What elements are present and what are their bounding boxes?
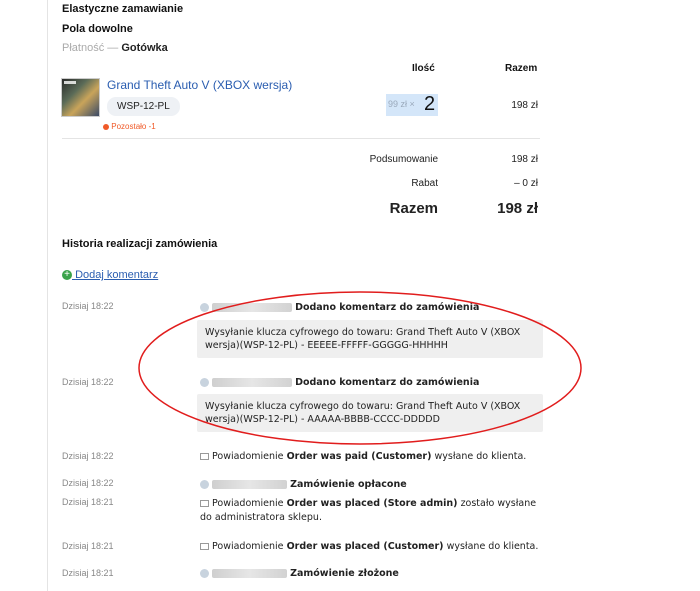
- event-row: Zamówienie złożone: [200, 568, 399, 579]
- discount-value: – 0 zł: [514, 178, 538, 189]
- event-bold: Order was placed (Store admin): [286, 498, 458, 509]
- qty-header: Ilość: [412, 63, 435, 74]
- event-pre: Powiadomienie: [212, 498, 284, 509]
- event-time: Dzisiaj 18:22: [62, 478, 114, 488]
- flexible-order-heading: Elastyczne zamawianie: [62, 3, 184, 15]
- event-pre: Powiadomienie: [212, 541, 284, 552]
- event-row: Zamówienie opłacone: [200, 479, 407, 490]
- history-title: Historia realizacji zamówienia: [62, 238, 218, 250]
- discount-label: Rabat: [411, 178, 438, 189]
- event-time: Dzisiaj 18:21: [62, 568, 114, 578]
- add-comment-link[interactable]: + Dodaj komentarz: [62, 269, 158, 281]
- payment-separator: —: [107, 42, 119, 54]
- total-value: 198 zł: [497, 200, 538, 217]
- event-row: Powiadomienie Order was paid (Customer) …: [200, 451, 526, 462]
- qty-cell[interactable]: 99 zł × 2: [386, 93, 438, 116]
- subtotal-value: 198 zł: [511, 154, 538, 165]
- event-text: Dodano komentarz do zamówienia: [295, 377, 480, 388]
- event-post: wysłane do klienta.: [434, 451, 527, 462]
- event-time: Dzisiaj 18:22: [62, 451, 114, 461]
- plus-icon: +: [62, 270, 72, 281]
- event-bold: Order was placed (Customer): [286, 541, 444, 552]
- event-post: wysłane do klienta.: [446, 541, 539, 552]
- subtotal-label: Podsumowanie: [369, 154, 438, 165]
- total-header: Razem: [505, 63, 538, 74]
- event-time: Dzisiaj 18:21: [62, 541, 114, 551]
- mail-icon: [200, 543, 209, 550]
- stock-warning-icon: [103, 123, 109, 130]
- payment-value: Gotówka: [121, 42, 168, 54]
- custom-fields-heading: Pola dowolne: [62, 23, 133, 35]
- event-time: Dzisiaj 18:22: [62, 377, 114, 387]
- event-text: Zamówienie opłacone: [290, 479, 407, 490]
- mail-icon: [200, 500, 209, 507]
- stock-note-text: Pozostało -1: [111, 122, 156, 131]
- event-row: Dodano komentarz do zamówienia: [200, 377, 479, 388]
- event-time: Dzisiaj 18:22: [62, 301, 114, 311]
- comment-box: Wysyłanie klucza cyfrowego do towaru: Gr…: [197, 320, 543, 358]
- redacted-user: [212, 378, 293, 387]
- redacted-user: [212, 303, 293, 312]
- avatar: [200, 480, 209, 489]
- event-row: Powiadomienie Order was placed (Customer…: [200, 541, 538, 552]
- redacted-user: [212, 480, 288, 489]
- product-thumbnail[interactable]: [61, 78, 100, 117]
- unit-price: 99 zł ×: [388, 99, 415, 109]
- qty-value[interactable]: 2: [424, 93, 435, 116]
- comment-box: Wysyłanie klucza cyfrowego do towaru: Gr…: [197, 394, 543, 432]
- payment-row: Płatność — Gotówka: [62, 42, 168, 54]
- total-label: Razem: [389, 200, 438, 217]
- avatar: [200, 569, 209, 578]
- event-row: Powiadomienie Order was placed (Store ad…: [200, 497, 545, 525]
- event-text: Zamówienie złożone: [290, 568, 399, 579]
- avatar: [200, 378, 209, 387]
- redacted-user: [212, 569, 288, 578]
- divider: [62, 138, 540, 139]
- mail-icon: [200, 453, 209, 460]
- line-total: 198 zł: [511, 100, 538, 111]
- add-comment-label[interactable]: Dodaj komentarz: [75, 269, 158, 281]
- avatar: [200, 303, 209, 312]
- event-row: Dodano komentarz do zamówienia: [200, 302, 479, 313]
- product-name-link[interactable]: Grand Theft Auto V (XBOX wersja): [107, 78, 292, 92]
- sku-badge: WSP-12-PL: [107, 97, 180, 116]
- event-bold: Order was paid (Customer): [286, 451, 432, 462]
- stock-note: Pozostało -1: [103, 122, 156, 131]
- payment-label: Płatność: [62, 42, 105, 54]
- event-pre: Powiadomienie: [212, 451, 284, 462]
- event-time: Dzisiaj 18:21: [62, 497, 114, 507]
- event-text: Dodano komentarz do zamówienia: [295, 302, 480, 313]
- left-border: [47, 0, 48, 591]
